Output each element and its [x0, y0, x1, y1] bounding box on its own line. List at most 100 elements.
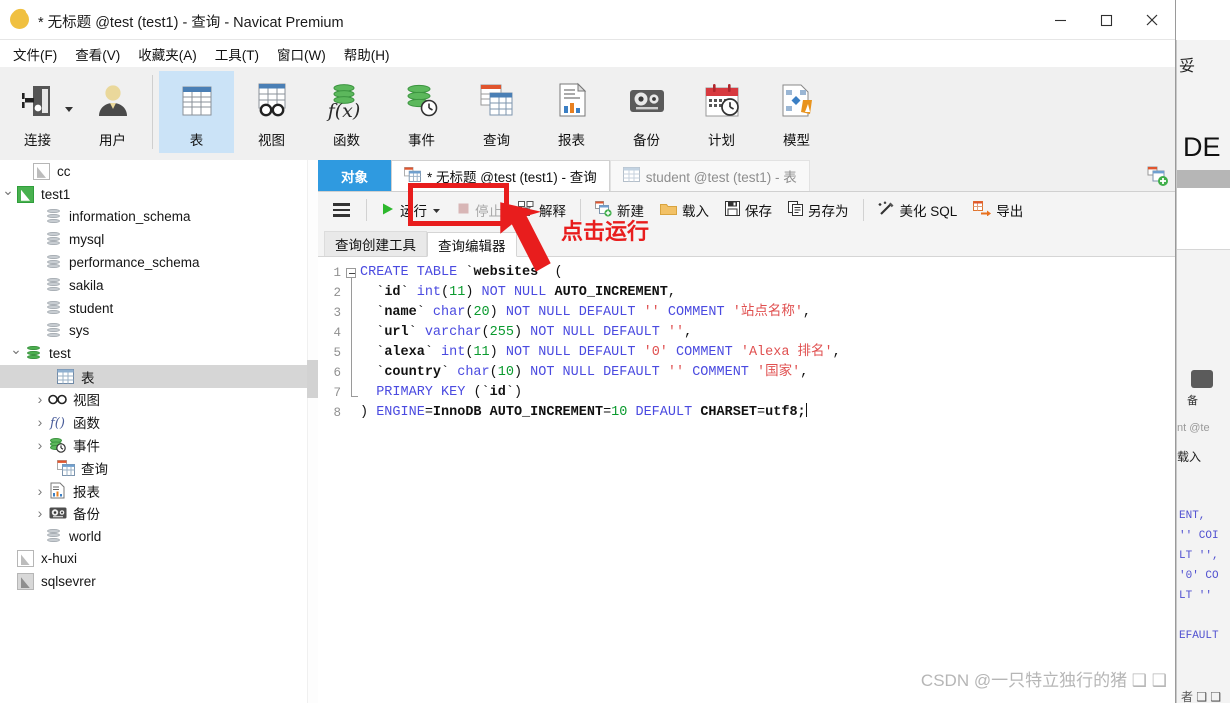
navicat-logo-icon: [10, 10, 29, 29]
save-button[interactable]: 保存: [718, 196, 779, 224]
chevron-down-icon[interactable]: [432, 203, 441, 218]
tab-objects[interactable]: 对象: [318, 160, 391, 191]
toolbar-button-event[interactable]: 事件: [384, 71, 459, 153]
menu-item-view[interactable]: 查看(V): [66, 41, 129, 67]
tree-item-student[interactable]: student: [0, 297, 318, 320]
export-button[interactable]: 导出: [966, 196, 1030, 224]
content-pane: 对象 * 无标题 @test (test1) - 查询 student @tes…: [318, 160, 1175, 703]
new-tab-icon[interactable]: [1145, 165, 1169, 187]
tree-item-sqlsevrer[interactable]: sqlsevrer: [0, 570, 318, 593]
explain-button[interactable]: 解释: [511, 196, 573, 224]
fold-toggle-icon[interactable]: [346, 268, 356, 278]
chevron-down-icon[interactable]: [8, 345, 24, 362]
tree-item-sys[interactable]: sys: [0, 320, 318, 343]
background-window-tab-label: nt @te: [1177, 422, 1210, 434]
editor-toolbar: 运行 停止 解释 新建 载入 保存 另存为 美化 SQL 导出: [318, 192, 1175, 228]
minimize-icon[interactable]: [1037, 0, 1083, 40]
tree-item-label: 表: [81, 370, 95, 386]
connection-green-icon: [16, 185, 35, 203]
toolbar-label: 事件: [408, 133, 435, 148]
beautify-sql-button[interactable]: 美化 SQL: [871, 196, 965, 224]
sql-code-text[interactable]: CREATE TABLE `websites` ( `id` int(11) N…: [360, 257, 1175, 703]
close-icon[interactable]: [1129, 0, 1175, 40]
tree-item-backups[interactable]: 备份: [0, 502, 318, 525]
line-number: 4: [333, 326, 341, 340]
code-fold-column[interactable]: [344, 257, 360, 703]
toolbar-button-connection[interactable]: 连接: [0, 71, 75, 153]
table-icon: [56, 368, 75, 385]
toolbar-button-query[interactable]: 查询: [459, 71, 534, 153]
sidebar-scroll-thumb[interactable]: [307, 360, 318, 398]
chevron-right-icon[interactable]: [32, 505, 48, 521]
tree-item-information_schema[interactable]: information_schema: [0, 206, 318, 229]
database-grey-icon: [44, 254, 63, 271]
tree-item-mysql[interactable]: mysql: [0, 228, 318, 251]
beautify-icon: [878, 201, 895, 220]
menu-item-window[interactable]: 窗口(W): [268, 41, 335, 67]
hamburger-menu-icon[interactable]: [324, 196, 359, 224]
tree-item-label: information_schema: [69, 209, 191, 225]
tree-item-test[interactable]: test: [0, 342, 318, 365]
tab-query-untitled[interactable]: * 无标题 @test (test1) - 查询: [391, 160, 610, 191]
chevron-down-icon[interactable]: [0, 186, 16, 203]
tree-item-label: performance_schema: [69, 255, 200, 271]
maximize-icon[interactable]: [1083, 0, 1129, 40]
toolbar-label: 报表: [558, 133, 585, 148]
tree-item-functions[interactable]: f() 函数: [0, 411, 318, 434]
menu-item-favorites[interactable]: 收藏夹(A): [129, 41, 206, 67]
save-as-button[interactable]: 另存为: [781, 196, 856, 224]
toolbar-button-user[interactable]: 用户: [75, 71, 150, 153]
tree-item-cc[interactable]: cc: [0, 160, 318, 183]
backup-icon: [625, 78, 669, 124]
toolbar-label: 用户: [99, 133, 126, 148]
navigation-sidebar[interactable]: cc test1 information_schema mysql perfor…: [0, 160, 318, 703]
toolbar-button-function[interactable]: f(x) 函数: [309, 71, 384, 153]
line-number: 5: [333, 346, 341, 360]
tree-item-world[interactable]: world: [0, 525, 318, 548]
toolbar-button-model[interactable]: 模型: [759, 71, 834, 153]
toolbar-button-report[interactable]: 报表: [534, 71, 609, 153]
chevron-right-icon[interactable]: [32, 391, 48, 407]
tree-item-test1[interactable]: test1: [0, 183, 318, 206]
menu-item-tools[interactable]: 工具(T): [206, 41, 268, 67]
background-window[interactable]: 妥 DE 备 nt @te 载入 ENT, '' COI LT '', '0' …: [1176, 40, 1230, 703]
tree-item-performance_schema[interactable]: performance_schema: [0, 251, 318, 274]
new-button[interactable]: 新建: [588, 196, 651, 224]
database-green-icon: [24, 345, 43, 362]
toolbar-button-table[interactable]: 表: [159, 71, 234, 153]
load-button[interactable]: 载入: [653, 196, 716, 224]
connection-grey-icon: [16, 550, 35, 568]
menu-item-help[interactable]: 帮助(H): [335, 41, 399, 67]
subtab-query-editor[interactable]: 查询编辑器: [427, 232, 517, 257]
tab-table-student[interactable]: student @test (test1) - 表: [609, 160, 810, 191]
tree-item-label: 视图: [73, 393, 100, 409]
toolbar-button-view[interactable]: 视图: [234, 71, 309, 153]
connection-grey-icon: [32, 162, 51, 180]
toolbar-label: 表: [189, 133, 204, 148]
tree-item-label: sqlsevrer: [41, 574, 96, 590]
tree-item-queries[interactable]: 查询: [0, 456, 318, 479]
main-body: cc test1 information_schema mysql perfor…: [0, 160, 1175, 703]
toolbar-button-schedule[interactable]: 计划: [684, 71, 759, 153]
menu-item-file[interactable]: 文件(F): [4, 41, 66, 67]
tree-item-reports[interactable]: 报表: [0, 479, 318, 502]
tree-item-events[interactable]: 事件: [0, 434, 318, 457]
tree-item-views[interactable]: 视图: [0, 388, 318, 411]
stop-button[interactable]: 停止: [450, 196, 509, 224]
chevron-right-icon[interactable]: [32, 483, 48, 499]
chevron-down-icon[interactable]: [65, 107, 73, 112]
chevron-right-icon[interactable]: [32, 437, 48, 453]
toolbar-button-backup[interactable]: 备份: [609, 71, 684, 153]
tree-item-sakila[interactable]: sakila: [0, 274, 318, 297]
sql-code-editor[interactable]: 1 2 3 4 5 6 7 8 CREATE TABLE `websites` …: [318, 256, 1175, 703]
database-grey-icon: [44, 322, 63, 339]
background-window-title: 妥: [1179, 58, 1196, 75]
run-button[interactable]: 运行: [374, 196, 448, 224]
tree-item-tables[interactable]: 表: [0, 365, 318, 388]
sidebar-scrollbar[interactable]: [307, 160, 318, 703]
view-icon: [48, 391, 67, 408]
subtab-query-builder[interactable]: 查询创建工具: [324, 231, 427, 256]
chevron-right-icon[interactable]: [32, 414, 48, 430]
tree-item-x-huxi[interactable]: x-huxi: [0, 548, 318, 571]
toolbar-label: 函数: [333, 133, 360, 148]
